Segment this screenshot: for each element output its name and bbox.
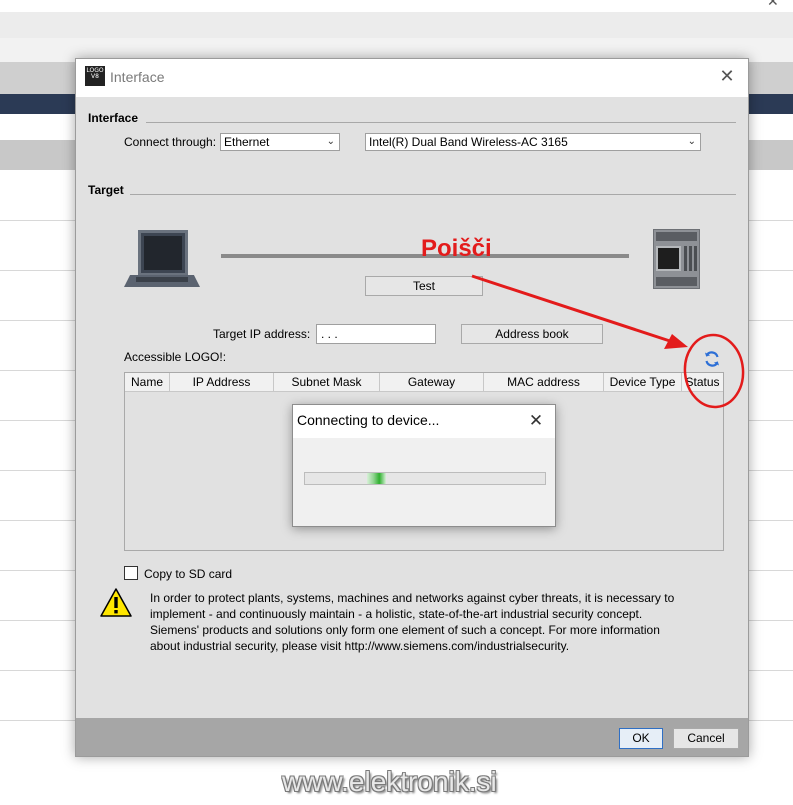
chevron-down-icon: ⌄ — [326, 136, 335, 147]
interface-dialog: LOGO V8 Interface ✕ Interface Connect thr… — [75, 58, 749, 757]
network-adapter-select[interactable]: Intel(R) Dual Band Wireless-AC 3165 ⌄ — [365, 133, 701, 151]
address-book-button[interactable]: Address book — [461, 324, 603, 344]
interface-section-label: Interface — [88, 111, 139, 125]
close-icon[interactable]: ✕ — [712, 63, 742, 91]
ok-button[interactable]: OK — [619, 728, 663, 749]
popup-close-icon[interactable]: ✕ — [521, 407, 551, 435]
connecting-popup: Connecting to device... ✕ — [292, 404, 556, 527]
warning-icon — [100, 588, 132, 617]
logo-v8-icon: LOGO V8 — [85, 66, 105, 86]
security-notice-text: In order to protect plants, systems, mac… — [150, 591, 675, 653]
test-button[interactable]: Test — [365, 276, 483, 296]
column-header-device-type[interactable]: Device Type — [604, 373, 682, 391]
target-section-label: Target — [88, 183, 124, 197]
background-toolbar — [0, 12, 793, 39]
column-header-name[interactable]: Name — [125, 373, 170, 391]
column-header-mac-address[interactable]: MAC address — [484, 373, 604, 391]
column-header-subnet-mask[interactable]: Subnet Mask — [274, 373, 380, 391]
background-close-icon[interactable]: ✕ — [767, 0, 779, 10]
background-app-top — [0, 0, 793, 12]
connect-through-select[interactable]: Ethernet ⌄ — [220, 133, 340, 151]
dialog-title: Interface — [110, 69, 165, 85]
annotation-text: Poišči — [421, 235, 492, 262]
column-header-gateway[interactable]: Gateway — [380, 373, 484, 391]
target-ip-label: Target IP address: — [213, 327, 311, 341]
copy-to-sd-label[interactable]: Copy to SD card — [144, 567, 232, 581]
popup-title: Connecting to device... — [297, 412, 440, 428]
connect-through-value: Ethernet — [224, 135, 270, 149]
progress-fill — [367, 473, 386, 484]
connect-through-label: Connect through: — [124, 135, 217, 149]
popup-titlebar[interactable]: Connecting to device... ✕ — [293, 405, 555, 438]
watermark-text: www.elektronik.si — [282, 766, 497, 797]
chevron-down-icon: ⌄ — [687, 136, 696, 147]
column-header-status[interactable]: Status — [682, 373, 723, 391]
connection-progress-bar — [304, 472, 546, 485]
dialog-titlebar[interactable]: LOGO V8 Interface ✕ — [76, 59, 748, 97]
target-ip-input[interactable]: . . . — [316, 324, 436, 344]
copy-to-sd-checkbox[interactable] — [124, 566, 138, 580]
interface-section-divider — [146, 122, 736, 123]
accessible-logo-label: Accessible LOGO!: — [124, 350, 227, 364]
table-header: Name IP Address Subnet Mask Gateway MAC … — [125, 373, 723, 392]
target-section-divider — [130, 194, 736, 195]
refresh-icon[interactable] — [702, 349, 722, 369]
logo-device-icon — [653, 229, 700, 289]
column-header-ip-address[interactable]: IP Address — [170, 373, 274, 391]
network-adapter-value: Intel(R) Dual Band Wireless-AC 3165 — [369, 135, 568, 149]
annotation-arrowhead — [664, 334, 688, 349]
cancel-button[interactable]: Cancel — [673, 728, 739, 749]
